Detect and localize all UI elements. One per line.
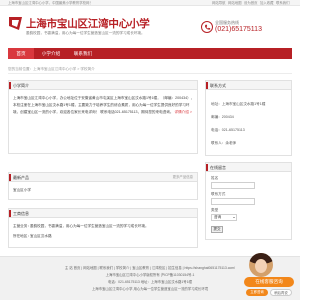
contact-label: 联系方式 [211, 192, 226, 196]
accent-bar [9, 82, 11, 89]
consult-button[interactable]: 立即咨询 [246, 289, 268, 296]
accent-bar [206, 82, 208, 89]
region-value: 宝山区汶水路 [30, 234, 52, 238]
chat-widget[interactable]: 在线客服咨询 立即咨询 稍后再说 [240, 252, 298, 298]
name-label: 姓名 [211, 176, 219, 180]
nav-item-intro[interactable]: 小学介绍 [36, 48, 66, 59]
panel-header: 工商信息 [9, 209, 197, 218]
accent-bar [206, 164, 208, 171]
nav-item-contact[interactable]: 联系我们 [68, 48, 98, 59]
agent-avatar [249, 253, 273, 277]
submit-button[interactable]: 提交 [211, 226, 223, 233]
contact-address: 地址：上海市宝山区汶水路1号1幢 [211, 102, 266, 106]
accent-bar [9, 210, 11, 217]
message-panel: 在线留言 姓名 联系方式 类型 咨询 提交 [205, 162, 292, 240]
school-logo-icon [9, 17, 22, 30]
more-products-link[interactable]: 更多产品信息 [173, 173, 193, 182]
chevron-down-icon [232, 217, 235, 218]
nav-item-home[interactable]: 首页 [8, 48, 34, 59]
panel-title: 工商信息 [13, 211, 29, 216]
name-input[interactable] [211, 182, 255, 189]
business-panel: 工商信息 主营业务： 墨韵校园，书香满溢，用心为每一位学生营造宝山区一流的学习成… [8, 208, 198, 248]
site-header: 上海市宝山区江湾中心小学 墨韵校园，书香满溢，用心为每一位学生营造宝山区一流的学… [0, 6, 300, 44]
avatar-face [255, 259, 267, 273]
region-label: 所在地区： [13, 234, 31, 238]
panel-title: 最新产品 [13, 175, 29, 180]
panel-header: 最新产品 更多产品信息 [9, 173, 197, 182]
panel-title: 小学简介 [13, 83, 29, 88]
contact-postcode: 邮编：200434 [211, 115, 234, 119]
phone-number: (021)65175113 [215, 26, 262, 33]
panel-header: 小学简介 [9, 81, 197, 90]
type-label: 类型 [211, 208, 219, 212]
contact-input[interactable] [211, 198, 255, 205]
later-button[interactable]: 稍后再说 [270, 289, 292, 296]
site-title[interactable]: 上海市宝山区江湾中心小学 [26, 16, 150, 31]
panel-header: 在线留言 [206, 163, 291, 172]
site-description: 墨韵校园，书香满溢，用心为每一位学生营造宝山区一流的学习成长环境。 [26, 31, 145, 35]
business-label: 主营业务： [13, 224, 31, 228]
accent-bar [9, 174, 11, 181]
main-nav: 首页 小学介绍 联系我们 [8, 48, 292, 59]
panel-header: 联系方式 [206, 81, 291, 90]
product-item[interactable]: 宝山区小学 [13, 188, 31, 193]
panel-title: 在线留言 [210, 165, 226, 170]
contact-phone: 电话：021-65175113 [211, 128, 245, 132]
type-select[interactable]: 咨询 [211, 214, 237, 221]
contact-person: 联系人：余老师 [211, 141, 237, 145]
breadcrumb: 您的当前位置：上海市宝山区江湾中心小学 > 学校简介 [8, 67, 95, 71]
phone-icon [201, 21, 213, 33]
contact-panel: 联系方式 地址：上海市宝山区汶水路1号1幢 邮编：200434 电话：021-6… [205, 80, 292, 156]
intro-phone: 联系电话021-65175113，期待您的来电咨询。 [100, 110, 174, 115]
intro-panel: 小学简介 上海市宝山区江湾中心小学，办公地址位于安徽省黄山市屯溪区上海市宝山区汶… [8, 80, 198, 154]
read-more-link[interactable]: 详情介绍 > [174, 110, 191, 114]
panel-title: 联系方式 [210, 83, 226, 88]
divider [8, 73, 292, 74]
news-panel: 最新产品 更多产品信息 宝山区小学 [8, 172, 198, 200]
business-value: 墨韵校园，书香满溢，用心为每一位学生营造宝山区一流的学习成长环境。 [30, 224, 149, 228]
type-select-value: 咨询 [214, 215, 222, 219]
chat-title[interactable]: 在线客服咨询 [244, 277, 294, 287]
intro-text: 上海市宝山区江湾中心小学，办公地址位于安徽省黄山市屯溪区上海市宝山区汶水路1号1… [13, 95, 195, 117]
